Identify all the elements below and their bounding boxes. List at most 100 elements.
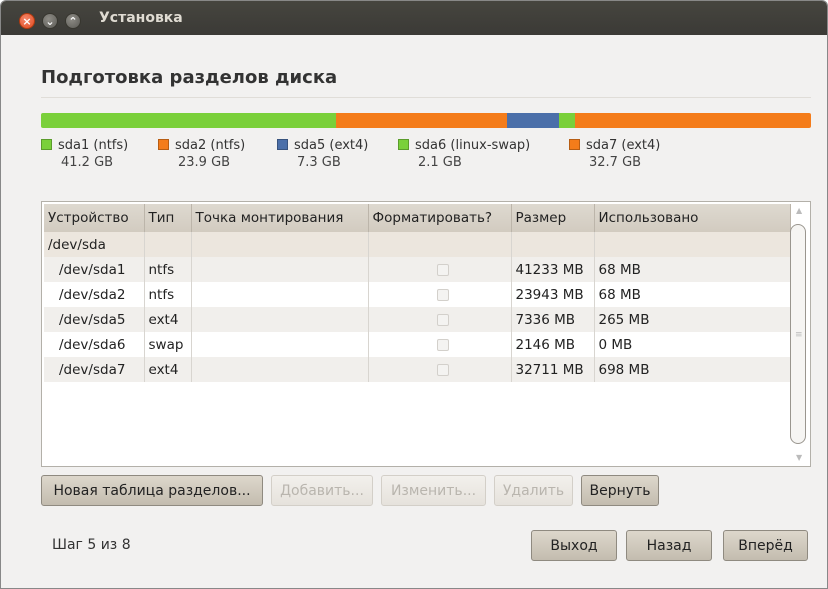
column-header-format[interactable]: Форматировать?	[368, 204, 512, 232]
legend-swatch	[158, 139, 169, 150]
cell-format	[368, 307, 512, 332]
cell-mount	[191, 307, 369, 332]
table-row[interactable]: /dev/sda1 ntfs 41233 MB 68 MB	[44, 257, 791, 282]
cell-mount	[191, 257, 369, 282]
legend-size: 23.9 GB	[178, 155, 231, 170]
table-header: Устройство Тип Точка монтирования Формат…	[44, 204, 791, 232]
maximize-icon[interactable]: ⌃	[65, 13, 81, 29]
cell-size: 41233 MB	[511, 257, 595, 282]
legend-size: 7.3 GB	[297, 155, 341, 170]
table-row-disk[interactable]: /dev/sda	[44, 232, 791, 257]
close-icon[interactable]: ×	[19, 13, 35, 29]
partition-segment-sda7	[574, 113, 811, 128]
legend-item-sda5: sda5 (ext4) 7.3 GB	[277, 138, 368, 170]
legend-swatch	[569, 139, 580, 150]
format-checkbox	[436, 363, 449, 376]
cell-device: /dev/sda2	[44, 282, 145, 307]
cell-empty	[511, 232, 595, 257]
cell-type: ntfs	[144, 282, 192, 307]
legend-name: sda6 (linux-swap)	[415, 138, 531, 153]
column-header-used[interactable]: Использовано	[594, 204, 791, 232]
legend-name: sda7 (ext4)	[586, 138, 661, 153]
legend-item-sda1: sda1 (ntfs) 41.2 GB	[41, 138, 128, 170]
legend-name: sda5 (ext4)	[294, 138, 369, 153]
cell-mount	[191, 357, 369, 382]
quit-button[interactable]: Выход	[531, 530, 617, 561]
cell-empty	[594, 232, 791, 257]
delete-partition-button[interactable]: Удалить	[494, 475, 573, 506]
installer-window: × ⌄ ⌃ Установка Подготовка разделов диск…	[0, 0, 828, 589]
cell-format	[368, 357, 512, 382]
cell-used: 0 MB	[594, 332, 791, 357]
cell-empty	[368, 232, 512, 257]
scroll-up-arrow-icon[interactable]: ▲	[796, 206, 802, 215]
format-checkbox	[436, 338, 449, 351]
add-partition-button[interactable]: Добавить...	[271, 475, 373, 506]
title-bar: × ⌄ ⌃ Установка	[1, 1, 827, 35]
format-checkbox	[436, 288, 449, 301]
partition-segment-sda5	[506, 113, 560, 128]
cell-used: 698 MB	[594, 357, 791, 382]
cell-empty	[191, 232, 369, 257]
legend-item-sda2: sda2 (ntfs) 23.9 GB	[158, 138, 245, 170]
cell-device: /dev/sda7	[44, 357, 145, 382]
legend-size: 32.7 GB	[589, 155, 642, 170]
table-row[interactable]: /dev/sda2 ntfs 23943 MB 68 MB	[44, 282, 791, 307]
partition-segment-sda1	[41, 113, 336, 128]
cell-type: swap	[144, 332, 192, 357]
cell-used: 68 MB	[594, 282, 791, 307]
cell-size: 7336 MB	[511, 307, 595, 332]
window-title: Установка	[99, 10, 183, 26]
cell-type: ext4	[144, 307, 192, 332]
scroll-down-arrow-icon[interactable]: ▼	[796, 453, 802, 462]
table-row[interactable]: /dev/sda5 ext4 7336 MB 265 MB	[44, 307, 791, 332]
column-header-mount[interactable]: Точка монтирования	[191, 204, 369, 232]
legend-size: 2.1 GB	[418, 155, 462, 170]
table-scrollbar[interactable]: ▲ ≡ ▼	[790, 204, 808, 464]
cell-format	[368, 282, 512, 307]
column-header-size[interactable]: Размер	[511, 204, 595, 232]
cell-format	[368, 257, 512, 282]
legend-swatch	[277, 139, 288, 150]
table-row[interactable]: /dev/sda7 ext4 32711 MB 698 MB	[44, 357, 791, 382]
new-partition-table-button[interactable]: Новая таблица разделов...	[41, 475, 263, 506]
cell-used: 68 MB	[594, 257, 791, 282]
cell-type: ext4	[144, 357, 192, 382]
cell-empty	[144, 232, 192, 257]
cell-mount	[191, 332, 369, 357]
partition-table: Устройство Тип Точка монтирования Формат…	[41, 201, 811, 467]
cell-size: 23943 MB	[511, 282, 595, 307]
heading-divider	[41, 97, 811, 98]
legend-item-sda7: sda7 (ext4) 32.7 GB	[569, 138, 660, 170]
page-heading: Подготовка разделов диска	[41, 67, 338, 88]
back-button[interactable]: Назад	[626, 530, 712, 561]
step-indicator: Шаг 5 из 8	[52, 537, 131, 553]
change-partition-button[interactable]: Изменить...	[381, 475, 486, 506]
grip-icon: ≡	[795, 330, 803, 340]
minimize-icon[interactable]: ⌄	[42, 13, 58, 29]
cell-used: 265 MB	[594, 307, 791, 332]
column-header-device[interactable]: Устройство	[44, 204, 145, 232]
cell-size: 2146 MB	[511, 332, 595, 357]
format-checkbox	[436, 313, 449, 326]
cell-device: /dev/sda5	[44, 307, 145, 332]
partition-segment-sda2	[335, 113, 507, 128]
legend-item-sda6: sda6 (linux-swap) 2.1 GB	[398, 138, 530, 170]
legend-name: sda2 (ntfs)	[175, 138, 246, 153]
cell-mount	[191, 282, 369, 307]
column-header-type[interactable]: Тип	[144, 204, 192, 232]
cell-device: /dev/sda1	[44, 257, 145, 282]
forward-button[interactable]: Вперёд	[723, 530, 808, 561]
legend-name: sda1 (ntfs)	[58, 138, 129, 153]
table-row[interactable]: /dev/sda6 swap 2146 MB 0 MB	[44, 332, 791, 357]
cell-type: ntfs	[144, 257, 192, 282]
legend-swatch	[398, 139, 409, 150]
scrollbar-thumb[interactable]: ≡	[790, 224, 806, 444]
revert-button[interactable]: Вернуть	[581, 475, 659, 506]
cell-size: 32711 MB	[511, 357, 595, 382]
cell-format	[368, 332, 512, 357]
legend-size: 41.2 GB	[61, 155, 114, 170]
partition-bar	[41, 113, 811, 128]
partition-segment-sda6	[559, 113, 575, 128]
cell-device: /dev/sda6	[44, 332, 145, 357]
